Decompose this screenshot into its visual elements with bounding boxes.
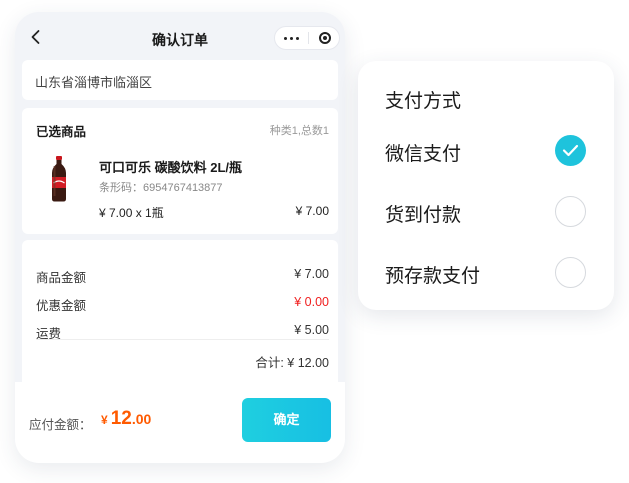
mini-program-capsule [274,26,340,50]
summary-total: 合计: ¥ 12.00 [255,356,329,370]
payable-label: 应付金额： [29,418,92,432]
product-price-quantity: ¥ 7.00 x 1瓶 [99,206,164,220]
radio-empty-icon[interactable] [555,196,586,227]
stage: 确认订单 山东省淄博市临淄区 已选商品 种类1,总数1 可口可乐 碳酸饮料 2L… [0,0,629,483]
product-line-total: ¥ 7.00 [295,204,329,218]
address-card[interactable]: 山东省淄博市临淄区 [22,60,338,100]
summary-label: 商品金额 [36,271,87,285]
currency-symbol: ¥ [101,413,108,427]
navbar: 确认订单 [15,12,345,62]
summary-row-shipping: 运费 ¥ 5.00 [36,323,329,341]
radio-empty-icon[interactable] [555,257,586,288]
summary-row-goods-amount: 商品金额 ¥ 7.00 [36,267,329,285]
selected-goods-card: 已选商品 种类1,总数1 可口可乐 碳酸饮料 2L/瓶 条形码：69547674… [22,108,338,234]
more-dots-icon[interactable] [275,27,308,49]
bottom-pay-bar: 应付金额： ¥12.00 确定 [15,382,345,463]
summary-value: ¥ 0.00 [294,295,329,309]
product-name: 可口可乐 碳酸饮料 2L/瓶 [99,160,243,175]
summary-value: ¥ 7.00 [294,267,329,281]
price-summary-card: 商品金额 ¥ 7.00 优惠金额 ¥ 0.00 运费 ¥ 5.00 合计: ¥ … [22,240,338,400]
product-barcode: 条形码：6954767413877 [99,182,223,194]
summary-value: ¥ 5.00 [294,323,329,337]
confirm-button[interactable]: 确定 [242,398,331,442]
summary-divider [36,339,329,340]
payment-option-wechat[interactable]: 微信支付 [358,125,614,175]
payable-amount: ¥12.00 [101,408,151,430]
order-confirm-screen: 确认订单 山东省淄博市临淄区 已选商品 种类1,总数1 可口可乐 碳酸饮料 2L… [15,12,345,463]
payment-option-label: 微信支付 [385,144,462,165]
summary-row-discount: 优惠金额 ¥ 0.00 [36,295,329,313]
address-text: 山东省淄博市临淄区 [35,75,153,90]
payment-option-prepaid[interactable]: 预存款支付 [358,247,614,297]
goods-section-title: 已选商品 [36,125,87,139]
payment-method-panel: 支付方式 微信支付 货到付款 预存款支付 [358,61,614,310]
payment-option-cod[interactable]: 货到付款 [358,186,614,236]
summary-label: 优惠金额 [36,299,87,313]
goods-count: 种类1,总数1 [269,125,329,137]
close-target-icon[interactable] [308,27,341,49]
payment-option-label: 预存款支付 [385,266,481,287]
amount-integer: 12 [110,408,132,429]
cola-bottle-icon [52,156,66,202]
payment-option-label: 货到付款 [385,205,462,226]
amount-decimal: .00 [131,411,152,427]
panel-title: 支付方式 [385,91,462,112]
check-circle-icon[interactable] [555,135,586,166]
